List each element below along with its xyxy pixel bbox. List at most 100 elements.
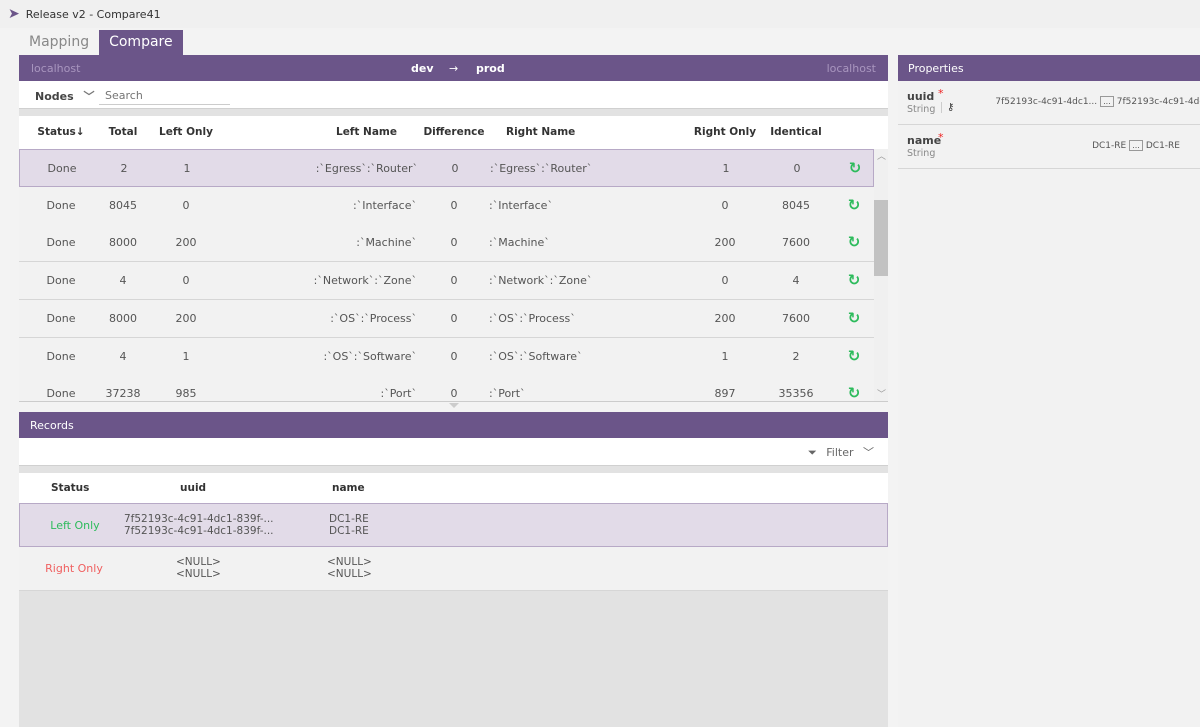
table-row[interactable]: Done 4 1:`OS`:`Software` 0:`OS`:`Software` 1… bbox=[19, 337, 874, 376]
col-left-name[interactable]: Left Name bbox=[336, 116, 397, 149]
type-select[interactable]: Nodes ﹀ bbox=[35, 88, 95, 104]
left-name-cell: :`OS`:`Software` bbox=[323, 349, 417, 363]
table-row[interactable]: Done 37238 985:`Port` 0:`Port` 897 35356 ↻ bbox=[19, 375, 874, 401]
total-cell: 4 bbox=[119, 274, 127, 288]
total-cell: 37238 bbox=[105, 387, 141, 401]
table-row[interactable]: Done 8045 0:`Interface` 0:`Interface` 0 8045 ↻ bbox=[19, 186, 874, 225]
compare-button[interactable]: ... bbox=[1129, 140, 1143, 151]
refresh-icon[interactable]: ↻ bbox=[848, 375, 861, 401]
total-cell: 4 bbox=[119, 349, 127, 363]
key-icon: ⚷ bbox=[941, 102, 954, 113]
property-type: String bbox=[907, 148, 936, 159]
left-name-cell: :`Machine` bbox=[356, 236, 417, 250]
title-bar: ➤ Release v2 - Compare41 bbox=[0, 0, 1200, 28]
scrollbar[interactable]: ︿ ﹀ bbox=[874, 149, 888, 401]
status-cell: Done bbox=[46, 387, 76, 401]
scroll-up-icon[interactable]: ︿ bbox=[877, 149, 886, 162]
identical-cell: 4 bbox=[792, 274, 800, 288]
col-identical[interactable]: Identical bbox=[770, 116, 822, 149]
refresh-icon[interactable]: ↻ bbox=[848, 338, 861, 375]
record-status: Left Only bbox=[50, 519, 100, 532]
left-only-cell: 200 bbox=[175, 311, 197, 325]
refresh-icon[interactable]: ↻ bbox=[848, 187, 861, 224]
scroll-down-icon[interactable]: ﹀ bbox=[877, 387, 886, 400]
divider bbox=[19, 108, 888, 116]
status-cell: Done bbox=[46, 236, 76, 250]
identical-cell: 2 bbox=[792, 349, 800, 363]
col-left-only[interactable]: Left Only bbox=[159, 116, 213, 149]
table-row[interactable]: Done 4 0:`Network`:`Zone` 0:`Network`:`Zone… bbox=[19, 262, 874, 301]
col-difference[interactable]: Difference bbox=[423, 116, 484, 149]
record-row[interactable]: Left Only 7f52193c-4c91-4dc1-839f-... 7f52… bbox=[19, 503, 888, 547]
status-cell: Done bbox=[46, 274, 76, 288]
property-row[interactable]: uuid * String ⚷ 7f52193c-4c91-4dc1...... 7f52… bbox=[898, 81, 1200, 125]
search-input[interactable] bbox=[99, 86, 230, 105]
col-status[interactable]: Status bbox=[51, 473, 89, 503]
sort-arrow-icon: ↓ bbox=[75, 126, 85, 138]
name-value: DC1-RE bbox=[329, 525, 369, 537]
status-cell: Done bbox=[46, 311, 76, 325]
status-cell: Done bbox=[46, 349, 76, 363]
col-status[interactable]: Status↓ bbox=[37, 116, 84, 149]
divider bbox=[19, 465, 888, 473]
identical-cell: 7600 bbox=[782, 311, 810, 325]
refresh-icon[interactable]: ↻ bbox=[848, 224, 861, 261]
right-only-cell: 897 bbox=[714, 387, 736, 401]
refresh-icon[interactable]: ↻ bbox=[849, 150, 862, 187]
scrollbar-thumb[interactable] bbox=[874, 200, 888, 276]
chevron-down-icon: ﹀ bbox=[83, 90, 95, 103]
right-host: localhost bbox=[826, 61, 876, 75]
total-cell: 8045 bbox=[109, 198, 137, 212]
splitter-handle[interactable] bbox=[449, 403, 459, 408]
record-row[interactable]: Right Only <NULL> <NULL> <NULL> <NULL> bbox=[19, 547, 888, 591]
total-cell: 2 bbox=[120, 162, 128, 175]
left-value: 7f52193c-4c91-4dc1... bbox=[995, 96, 1098, 107]
name-value: DC1-RE bbox=[329, 513, 369, 525]
properties-header: Properties bbox=[898, 55, 1200, 81]
identical-cell: 7600 bbox=[782, 236, 810, 250]
property-row[interactable]: name * String DC1-RE... DC1-RE bbox=[898, 125, 1200, 169]
right-only-cell: 1 bbox=[721, 349, 729, 363]
uuid-value: <NULL> bbox=[176, 568, 221, 580]
table-row[interactable]: Done 2 1:`Egress`:`Router` 0:`Egress`:`Rout… bbox=[19, 149, 874, 187]
col-total[interactable]: Total bbox=[109, 116, 138, 149]
window-title: Release v2 - Compare41 bbox=[25, 7, 161, 21]
value-compare: 7f52193c-4c91-4dc1...... 7f52193c-4c91-4d… bbox=[995, 96, 1200, 107]
total-cell: 8000 bbox=[109, 311, 137, 325]
property-name: uuid bbox=[907, 90, 935, 103]
col-name[interactable]: name bbox=[332, 473, 365, 503]
required-marker: * bbox=[938, 131, 944, 144]
records-title: Records bbox=[30, 418, 74, 432]
record-status: Right Only bbox=[45, 562, 103, 575]
left-name-cell: :`Interface` bbox=[353, 198, 417, 212]
records-table: Status uuid name Left Only 7f52193c-4c91-… bbox=[19, 473, 888, 727]
nodes-table: Status↓ Total Left Only Left Name Differ… bbox=[19, 116, 888, 402]
refresh-icon[interactable]: ↻ bbox=[848, 300, 861, 337]
compare-button[interactable]: ... bbox=[1100, 96, 1114, 107]
tab-mapping[interactable]: Mapping bbox=[19, 30, 99, 55]
app-logo-icon: ➤ bbox=[8, 6, 20, 22]
right-name-cell: :`Interface` bbox=[489, 198, 553, 212]
tab-compare[interactable]: Compare bbox=[99, 30, 183, 55]
property-name: name bbox=[907, 134, 942, 147]
right-value: DC1-RE bbox=[1145, 140, 1180, 151]
right-db: prod bbox=[476, 61, 505, 75]
difference-cell: 0 bbox=[451, 162, 459, 175]
right-name-cell: :`Egress`:`Router` bbox=[490, 162, 593, 175]
table-row[interactable]: Done 8000 200:`Machine` 0:`Machine` 200 7600 ↻ bbox=[19, 224, 874, 263]
filter-button[interactable]: ⏷ Filter ﹀ bbox=[808, 444, 874, 460]
col-right-only[interactable]: Right Only bbox=[694, 116, 756, 149]
identical-cell: 35356 bbox=[778, 387, 814, 401]
right-name-cell: :`OS`:`Software` bbox=[489, 349, 583, 363]
left-name-cell: :`Egress`:`Router` bbox=[315, 162, 418, 175]
col-right-name[interactable]: Right Name bbox=[506, 116, 575, 149]
col-uuid[interactable]: uuid bbox=[180, 473, 206, 503]
table-row[interactable]: Done 8000 200:`OS`:`Process` 0:`OS`:`Proces… bbox=[19, 299, 874, 338]
chevron-down-icon: ﹀ bbox=[863, 446, 874, 459]
properties-panel: Properties uuid * String ⚷ 7f52193c-4c91-4dc… bbox=[898, 55, 1200, 727]
right-only-cell: 200 bbox=[714, 311, 736, 325]
difference-cell: 0 bbox=[450, 274, 458, 288]
refresh-icon[interactable]: ↻ bbox=[848, 262, 861, 299]
property-type: String bbox=[907, 104, 936, 115]
left-only-cell: 1 bbox=[183, 162, 191, 175]
